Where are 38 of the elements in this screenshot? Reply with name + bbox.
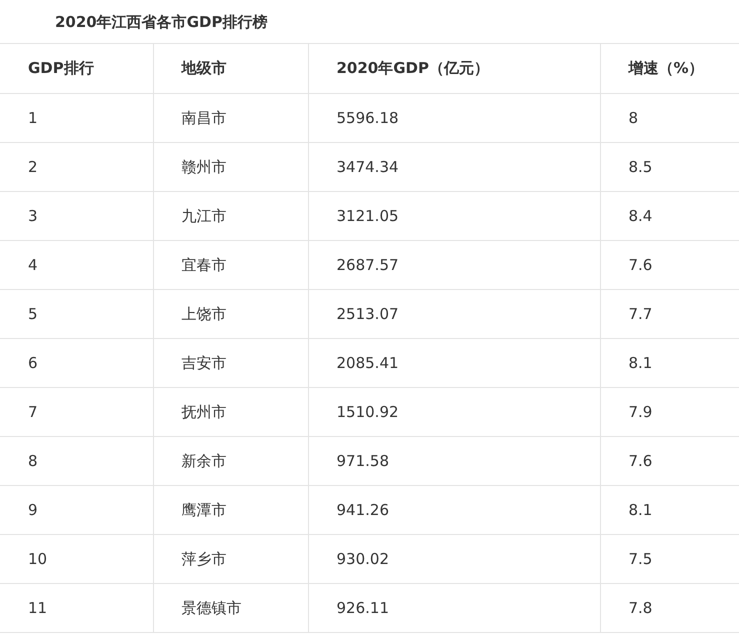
table-cell: 新余市 xyxy=(153,436,308,486)
table-cell: 941.26 xyxy=(308,486,600,534)
table-cell: 吉安市 xyxy=(153,338,308,388)
column-header: GDP排行 xyxy=(0,44,153,94)
table-cell: 3121.05 xyxy=(308,192,600,240)
table-cell: 宜春市 xyxy=(153,240,308,290)
table-cell: 3474.34 xyxy=(308,142,600,192)
table-cell: 9 xyxy=(0,486,153,534)
table-cell: 1510.92 xyxy=(308,388,600,436)
table-cell: 5 xyxy=(0,290,153,338)
table-cell: 萍乡市 xyxy=(153,534,308,584)
table-cell: 2085.41 xyxy=(308,338,600,388)
table-cell: 6 xyxy=(0,338,153,388)
table-cell: 926.11 xyxy=(308,584,600,632)
table-cell: 2687.57 xyxy=(308,240,600,290)
table-cell: 5596.18 xyxy=(308,94,600,142)
table-cell: 1 xyxy=(0,94,153,142)
table-cell: 2 xyxy=(0,142,153,192)
table-cell: 上饶市 xyxy=(153,290,308,338)
table-cell: 971.58 xyxy=(308,436,600,486)
table-cell: 10 xyxy=(0,534,153,584)
column-header: 地级市 xyxy=(153,44,308,94)
table-cell: 930.02 xyxy=(308,534,600,584)
column-header: 增速（%） xyxy=(600,44,739,94)
table-title: 2020年江西省各市GDP排行榜 xyxy=(55,13,268,31)
table-cell: 2513.07 xyxy=(308,290,600,338)
table-cell: 九江市 xyxy=(153,192,308,240)
table-cell: 8 xyxy=(0,436,153,486)
table-cell: 4 xyxy=(0,240,153,290)
table-cell: 7 xyxy=(0,388,153,436)
column-header: 2020年GDP（亿元） xyxy=(308,44,600,94)
table-cell: 3 xyxy=(0,192,153,240)
table-cell: 鹰潭市 xyxy=(153,486,308,534)
table-cell: 赣州市 xyxy=(153,142,308,192)
table-cell: 景德镇市 xyxy=(153,584,308,632)
table-cell: 南昌市 xyxy=(153,94,308,142)
table-cell: 抚州市 xyxy=(153,388,308,436)
table-cell: 11 xyxy=(0,584,153,632)
